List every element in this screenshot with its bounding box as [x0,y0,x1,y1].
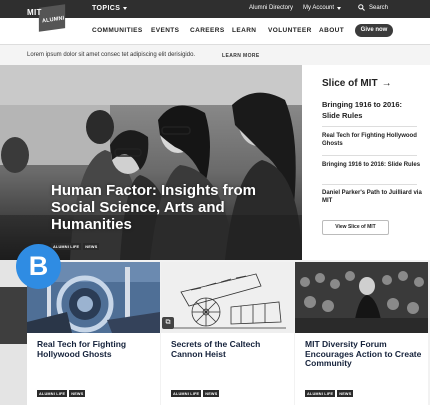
card-title[interactable]: Real Tech for Fighting Hollywood Ghosts [37,339,157,359]
left-strip-image [0,287,27,344]
card-image [295,262,428,333]
tag-news[interactable]: NEWS [69,390,86,397]
my-account-menu[interactable]: My Account [303,5,342,11]
give-now-button[interactable]: Give now [355,24,393,37]
card-tags: ALUMNI LIFE NEWS [171,390,220,397]
sidebar-item[interactable]: Real Tech for Fighting Hollywood Ghosts [322,132,422,149]
sidebar-heading[interactable]: Slice of MIT → [322,78,392,89]
search-label: Search [369,4,389,11]
learn-more-link[interactable]: LEARN MORE [222,53,260,59]
tag-news[interactable]: NEWS [203,390,220,397]
tag-news[interactable]: NEWS [337,390,354,397]
alumni-directory-link[interactable]: Alumni Directory [249,5,293,11]
nav-item-learn[interactable]: LEARN [232,27,256,34]
nav-item-careers[interactable]: CAREERS [190,27,225,34]
nav-item-communities[interactable]: COMMUNITIES [92,27,143,34]
tag-news[interactable]: NEWS [83,243,100,250]
tag-alumni-life[interactable]: ALUMNI LIFE [171,390,202,397]
page: TOPICS Alumni Directory My Account Searc… [0,0,430,405]
chevron-down-icon [337,6,342,10]
card-image [161,262,294,333]
mit-alumni-logo[interactable]: MIT ALUMNI [27,4,69,36]
arrow-right-icon: → [381,78,392,89]
notice-bar: Lorem ipsum dolor sit amet consec tet ad… [0,44,430,66]
tag-alumni-life[interactable]: ALUMNI LIFE [37,390,68,397]
chevron-down-icon [123,7,128,10]
search-button[interactable]: Search [358,4,388,11]
notice-text: Lorem ipsum dolor sit amet consec tet ad… [27,52,196,58]
divider [322,155,417,156]
view-slice-of-mit-button[interactable]: View Slice of MIT [322,220,389,235]
slice-of-mit-sidebar: Slice of MIT → Bringing 1916 to 2016: Sl… [302,65,430,260]
topics-menu[interactable]: TOPICS [92,5,128,12]
tag-alumni-life[interactable]: ALUMNI LIFE [51,243,82,250]
nav-item-about[interactable]: ABOUT [319,27,344,34]
tag-alumni-life[interactable]: ALUMNI LIFE [305,390,336,397]
topics-label: TOPICS [92,5,121,12]
divider [322,184,417,185]
sidebar-item[interactable]: Bringing 1916 to 2016: Slide Rules [322,161,422,169]
divider [322,126,417,127]
search-icon [358,4,365,11]
nav-item-volunteer[interactable]: VOLUNTEER [268,27,312,34]
gallery-icon: ⧉ [162,317,174,329]
card-title[interactable]: MIT Diversity Forum Encourages Action to… [305,339,425,369]
nav-item-events[interactable]: EVENTS [151,27,179,34]
article-card[interactable]: Secrets of the Caltech Cannon Heist ALUM… [161,262,294,405]
b-badge: B [16,244,61,289]
card-tags: ALUMNI LIFE NEWS [37,390,86,397]
sidebar-item[interactable]: Daniel Parker's Path to Juilliard via MI… [322,189,422,206]
hero-feature[interactable]: ⧉ Human Factor: Insights from Social Sci… [0,65,302,260]
card-tags: ALUMNI LIFE NEWS [305,390,354,397]
hero-title[interactable]: Human Factor: Insights from Social Scien… [51,182,296,233]
card-title[interactable]: Secrets of the Caltech Cannon Heist [171,339,291,359]
article-card[interactable]: MIT Diversity Forum Encourages Action to… [295,262,428,405]
hero-tags: ALUMNI LIFE NEWS [51,243,100,250]
sidebar-item-featured[interactable]: Bringing 1916 to 2016: Slide Rules [322,100,422,121]
my-account-label: My Account [303,5,335,11]
